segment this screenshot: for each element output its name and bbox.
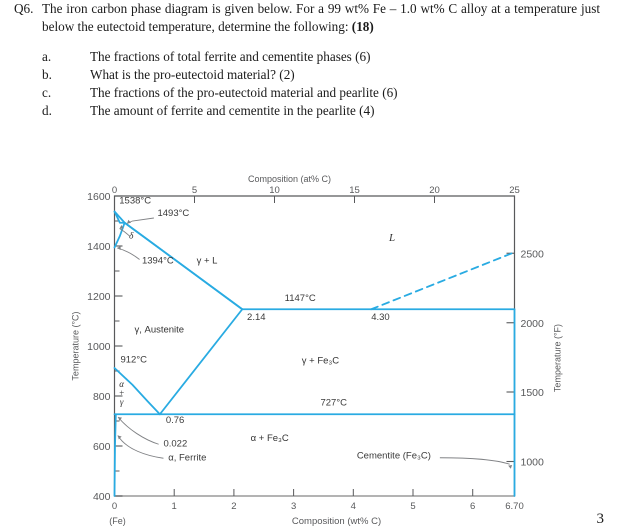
sub-question-b: b. What is the pro-eutectoid material? (… — [42, 66, 618, 84]
leader-line — [117, 435, 164, 459]
y-tick-label-left: 400 — [93, 491, 111, 503]
leader-line — [439, 457, 510, 465]
x-origin-note: (Fe) — [109, 516, 126, 526]
annotation-max-ferrite-solubility: 0.022 — [163, 439, 187, 450]
x-axis-title-top: Composition (at% C) — [248, 175, 331, 184]
x-tick-label-bottom: 0 — [112, 501, 117, 512]
sub-question-a: a. The fractions of total ferrite and ce… — [42, 48, 618, 66]
y-tick-label-left: 800 — [93, 391, 111, 403]
leader-arrowhead — [118, 417, 123, 421]
phase-label-alpha-fe3c: α + Fe₃C — [251, 433, 289, 444]
y-tick-label-right: 2000 — [521, 318, 545, 330]
x-tick-label-top: 0 — [112, 185, 117, 196]
question-prompt: The iron carbon phase diagram is given b… — [42, 1, 600, 34]
question-text: The iron carbon phase diagram is given b… — [42, 0, 618, 35]
x-tick-label-bottom: 4 — [351, 501, 356, 512]
plot-frame — [113, 195, 516, 497]
sub-question-d: d. The amount of ferrite and cementite i… — [42, 102, 618, 120]
question-main-row: Q6. The iron carbon phase diagram is giv… — [0, 0, 618, 35]
question-number: Q6. — [14, 1, 34, 16]
x-tick-label-top: 25 — [509, 185, 520, 196]
x-axis-title-bottom: Composition (wt% C) — [292, 516, 381, 527]
y-tick-label-left: 1200 — [87, 291, 111, 303]
y-tick-label-left: 1400 — [87, 241, 111, 253]
sub-letter-d: d. — [42, 103, 52, 118]
sub-question-list: a. The fractions of total ferrite and ce… — [0, 48, 618, 120]
annotation-gamma-alpha-temp: 912°C — [120, 354, 147, 365]
x-tick-label-top: 20 — [429, 185, 440, 196]
phase-label-austenite: γ, Austenite — [134, 324, 184, 335]
x-tick-label-top: 5 — [192, 185, 197, 196]
x-tick-label-top: 10 — [269, 185, 280, 196]
question-marks: (18) — [351, 18, 374, 34]
annotation-eutectoid-comp: 0.76 — [166, 415, 185, 426]
x-tick-label-bottom: 1 — [172, 501, 177, 512]
annotation-eutectoid-temp: 727°C — [320, 398, 347, 409]
page-number: 3 — [596, 511, 605, 527]
sub-letter-c: c. — [42, 85, 52, 100]
x-axis-bottom-ticks: 0 1 2 3 4 5 6 6.70 Composition (wt% C) (Fe) — [109, 489, 524, 527]
x-tick-label-bottom: 6 — [470, 501, 475, 512]
curve-delta-gamma-boundary — [113, 221, 126, 249]
phase-label-alpha-gamma: γ — [120, 397, 124, 407]
annotation-eutectic-temp: 1147°C — [285, 293, 316, 304]
phase-label-liquid: L — [388, 232, 395, 244]
phase-label-gamma-liquid: γ + L — [197, 256, 218, 267]
y-axis-title-left: Temperature (°C) — [71, 311, 81, 380]
y-tick-label-right: 1500 — [521, 387, 545, 399]
y-tick-label-right: 2500 — [521, 248, 545, 260]
sub-text-c: The fractions of the pro-eutectoid mater… — [90, 85, 398, 100]
annotation-delta-gamma-temp: 1394°C — [142, 256, 174, 267]
iron-carbon-phase-diagram: 0 1 2 3 4 5 6 6.70 Composition (wt% C) (Fe) 0 5 10 15… — [0, 175, 618, 530]
leader-line — [117, 416, 159, 445]
annotation-peritectic-temp: 1493°C — [157, 208, 189, 219]
axis-frame — [113, 195, 516, 496]
sub-question-c: c. The fractions of the pro-eutectoid ma… — [42, 84, 618, 102]
leader-arrowhead — [117, 245, 121, 251]
x-axis-top-ticks: 0 5 10 15 20 25 Composition (at% C) — [112, 175, 520, 203]
x-tick-label-top: 15 — [349, 185, 360, 196]
sub-text-a: The fractions of total ferrite and cemen… — [90, 49, 371, 64]
y-tick-label-left: 600 — [93, 441, 111, 453]
x-tick-label-bottom: 2 — [231, 501, 236, 512]
annotation-ferrite-label: α, Ferrite — [168, 453, 206, 464]
annotation-austenite-max-c: 2.14 — [247, 312, 265, 323]
phase-label-gamma-fe3c: γ + Fe₃C — [302, 356, 340, 367]
y-tick-label-left: 1000 — [87, 341, 111, 353]
y-tick-label-left: 1600 — [87, 191, 111, 203]
sub-letter-b: b. — [42, 67, 52, 82]
sub-text-b: What is the pro-eutectoid material? (2) — [90, 67, 295, 82]
question-block: Q6. The iron carbon phase diagram is giv… — [0, 0, 618, 120]
x-tick-label-bottom: 5 — [410, 501, 415, 512]
annotation-melting-point-fe: 1538°C — [119, 196, 151, 207]
annotation-eutectic-comp: 4.30 — [371, 312, 390, 323]
leader-lines — [117, 217, 513, 469]
sub-text-d: The amount of ferrite and cementite in t… — [90, 103, 375, 118]
x-tick-label-bottom: 3 — [291, 501, 296, 512]
curve-liquidus-right — [370, 251, 516, 311]
y-axis-title-right: Temperature (°F) — [553, 324, 563, 392]
leader-arrowhead — [508, 465, 513, 469]
leader-line — [126, 217, 154, 224]
curve-alpha-solvus — [113, 413, 117, 497]
sub-letter-a: a. — [42, 49, 52, 64]
x-tick-label-bottom: 6.70 — [505, 501, 524, 512]
phase-diagram-svg: 0 1 2 3 4 5 6 6.70 Composition (wt% C) (Fe) 0 5 10 15… — [71, 175, 563, 527]
annotation-cementite-label: Cementite (Fe₃C) — [357, 451, 431, 462]
y-tick-label-right: 1000 — [521, 457, 545, 469]
